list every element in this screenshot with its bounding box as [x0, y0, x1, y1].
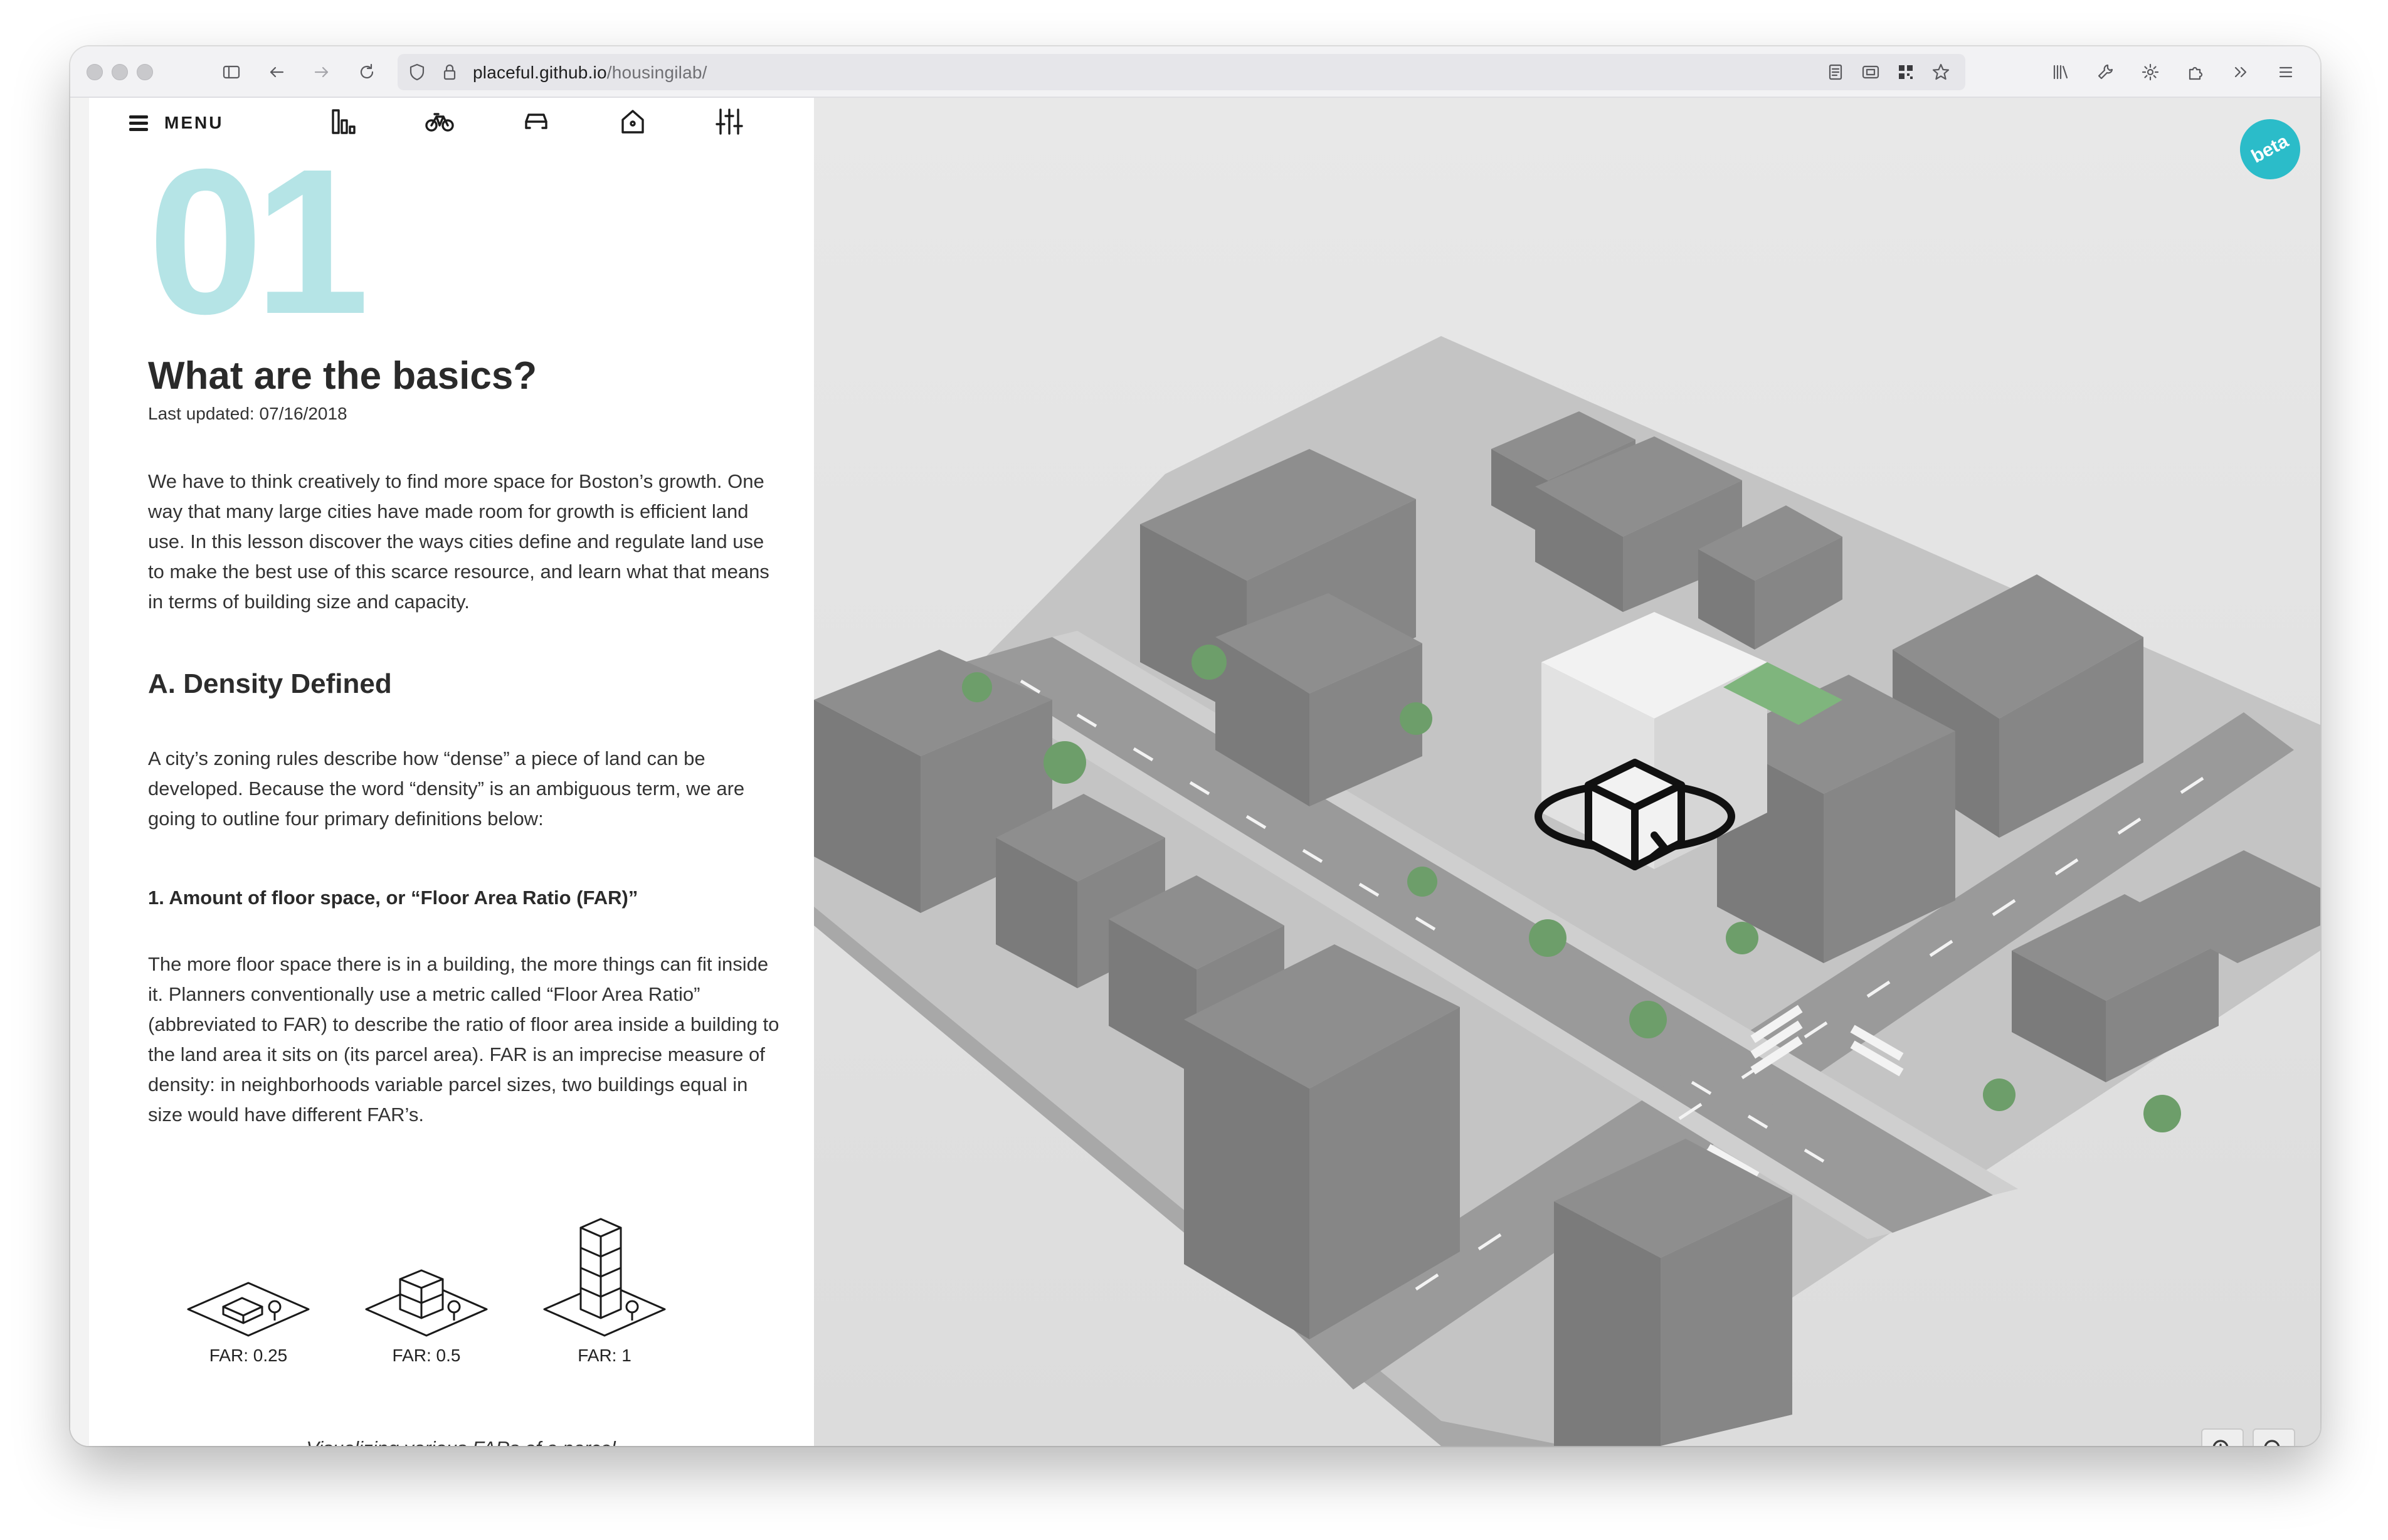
forward-arrow-icon[interactable] — [310, 60, 334, 84]
subsection-1-heading: 1. Amount of floor space, or “Floor Area… — [148, 887, 638, 909]
reader-view-icon[interactable] — [1824, 60, 1847, 84]
extensions-icon[interactable] — [2184, 60, 2207, 84]
intro-paragraph: We have to think creatively to find more… — [148, 470, 769, 613]
bicycle-icon[interactable] — [423, 104, 457, 139]
close-window-button[interactable] — [87, 64, 103, 80]
minimize-window-button[interactable] — [112, 64, 128, 80]
zoom-in-button[interactable] — [2201, 1428, 2244, 1446]
hamburger-icon — [129, 115, 148, 131]
3d-map-view[interactable]: beta — [814, 98, 2320, 1446]
lock-icon — [438, 60, 462, 84]
zoom-out-button[interactable] — [2253, 1428, 2295, 1446]
zoom-out-icon — [2264, 1440, 2280, 1446]
far-item: FAR: 0.25 — [167, 1277, 330, 1366]
sidebar-toggle-icon[interactable] — [219, 60, 243, 84]
address-bar[interactable]: placeful.github.io/housingilab/ — [398, 54, 1965, 90]
zoom-in-icon — [2212, 1440, 2229, 1446]
bookmark-star-icon[interactable] — [1929, 60, 1953, 84]
back-arrow-icon[interactable] — [265, 60, 288, 84]
far-item: FAR: 1 — [523, 1216, 686, 1366]
reload-icon[interactable] — [355, 60, 379, 84]
browser-window: placeful.github.io/housingilab/ MENU 01 … — [70, 46, 2320, 1446]
lesson-number: 01 — [148, 125, 369, 357]
city-block-3d-model[interactable] — [814, 98, 2320, 1446]
maximize-window-button[interactable] — [137, 64, 153, 80]
url-text: placeful.github.io/housingilab/ — [473, 63, 707, 82]
qr-code-icon[interactable] — [1894, 60, 1918, 84]
far-item: FAR: 0.5 — [345, 1258, 508, 1366]
far-label: FAR: 0.5 — [392, 1346, 461, 1365]
page-content: MENU 01 What are the basics? Last update… — [70, 98, 2320, 1446]
section-a-heading: A. Density Defined — [148, 668, 392, 699]
shield-icon[interactable] — [405, 60, 429, 84]
lesson-panel[interactable]: MENU 01 What are the basics? Last update… — [70, 98, 814, 1446]
home-icon[interactable] — [616, 104, 650, 139]
last-updated: Last updated: 07/16/2018 — [148, 404, 347, 423]
overflow-chevrons-icon[interactable] — [2229, 60, 2253, 84]
far-05-illustration — [365, 1269, 488, 1337]
page-title: What are the basics? — [148, 354, 537, 398]
sliders-icon[interactable] — [712, 104, 746, 139]
wrench-icon[interactable] — [2093, 60, 2117, 84]
picture-in-picture-icon[interactable] — [1859, 60, 1883, 84]
figure-caption: Visualizing various FARs of a parcel — [89, 1437, 814, 1446]
subsection-1-paragraph: The more floor space there is in a build… — [148, 953, 779, 1126]
app-menu-icon[interactable] — [2274, 60, 2298, 84]
far-label: FAR: 0.25 — [209, 1346, 288, 1365]
settings-gear-icon[interactable] — [2138, 60, 2162, 84]
far-illustrations: FAR: 0.25 FAR: 0.5 FAR: 1 — [89, 1218, 814, 1377]
far-1-illustration — [543, 1218, 666, 1337]
library-icon[interactable] — [2048, 60, 2072, 84]
far-label: FAR: 1 — [578, 1346, 631, 1365]
far-025-illustration — [187, 1282, 310, 1337]
window-controls — [87, 64, 153, 80]
browser-toolbar: placeful.github.io/housingilab/ — [70, 46, 2320, 98]
car-icon[interactable] — [519, 104, 553, 139]
section-a-paragraph: A city’s zoning rules describe how “dens… — [148, 747, 745, 830]
